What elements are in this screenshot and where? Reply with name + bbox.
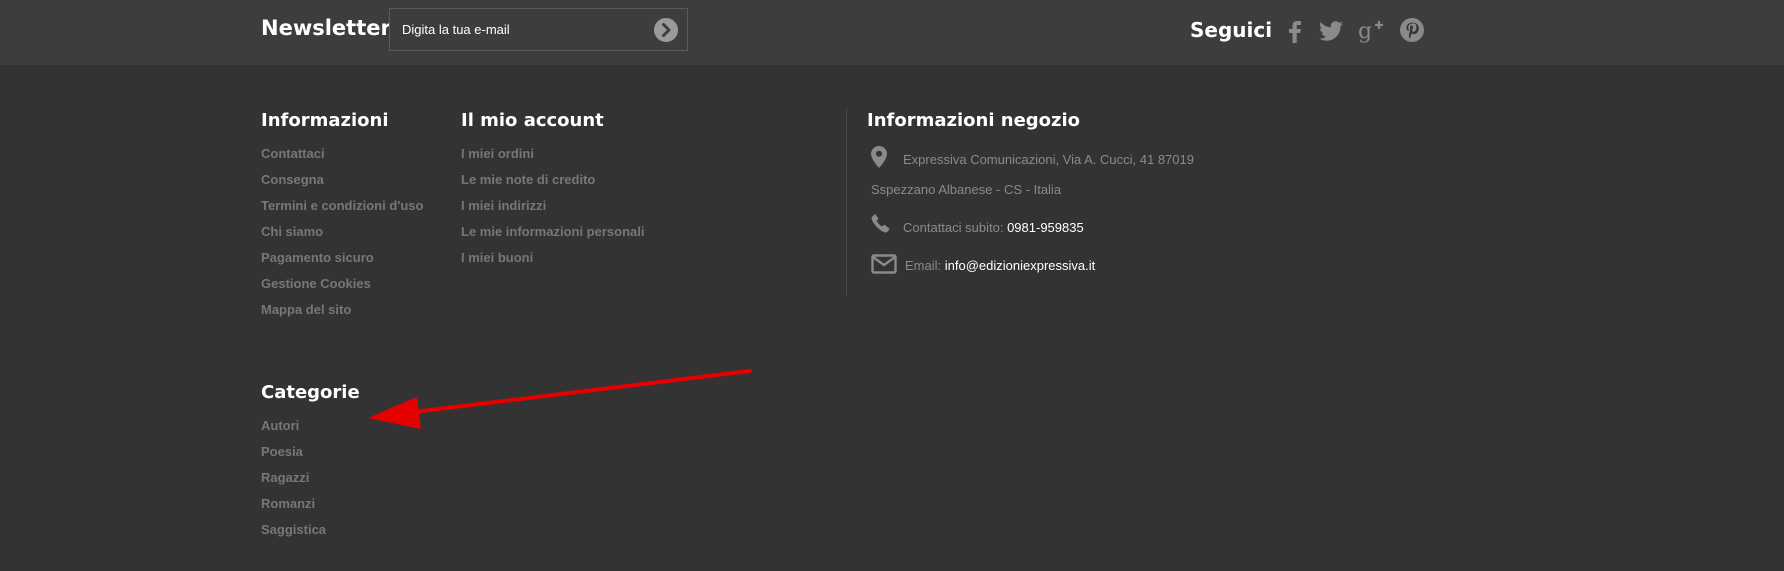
- map-marker-icon: [871, 146, 887, 168]
- list-item: Romanzi: [261, 494, 326, 520]
- list-item: Ragazzi: [261, 468, 326, 494]
- phone-row: Contattaci subito: 0981-959835: [903, 220, 1084, 235]
- list-item: I miei indirizzi: [461, 196, 644, 222]
- phone-label: Contattaci subito:: [903, 220, 1004, 235]
- list-item: Pagamento sicuro: [261, 248, 423, 274]
- chevron-right-circle-icon[interactable]: [654, 18, 678, 42]
- twitter-icon[interactable]: [1317, 16, 1345, 44]
- informazioni-title: Informazioni: [261, 110, 389, 131]
- social-title: Seguici: [1190, 18, 1273, 42]
- link-miei-buoni[interactable]: I miei buoni: [461, 250, 533, 265]
- link-contattaci[interactable]: Contattaci: [261, 146, 325, 161]
- list-item: Contattaci: [261, 144, 423, 170]
- link-note-credito[interactable]: Le mie note di credito: [461, 172, 595, 187]
- phone-number[interactable]: 0981-959835: [1007, 220, 1084, 235]
- address-line-2: Sspezzano Albanese - CS - Italia: [871, 182, 1062, 197]
- categorie-title: Categorie: [261, 382, 360, 403]
- google-plus-icon[interactable]: g: [1358, 16, 1386, 44]
- link-miei-ordini[interactable]: I miei ordini: [461, 146, 534, 161]
- envelope-icon: [871, 254, 897, 274]
- link-autori[interactable]: Autori: [261, 418, 299, 433]
- link-ragazzi[interactable]: Ragazzi: [261, 470, 309, 485]
- informazioni-list: Contattaci Consegna Termini e condizioni…: [261, 144, 423, 326]
- link-gestione-cookies[interactable]: Gestione Cookies: [261, 276, 371, 291]
- list-item: I miei ordini: [461, 144, 644, 170]
- link-info-personali[interactable]: Le mie informazioni personali: [461, 224, 644, 239]
- list-item: Saggistica: [261, 520, 326, 546]
- list-item: Mappa del sito: [261, 300, 423, 326]
- link-pagamento-sicuro[interactable]: Pagamento sicuro: [261, 250, 374, 265]
- list-item: Chi siamo: [261, 222, 423, 248]
- newsletter-bar: Newsletter Seguici g: [0, 0, 1784, 65]
- newsletter-form: [389, 8, 688, 51]
- link-chi-siamo[interactable]: Chi siamo: [261, 224, 323, 239]
- list-item: Gestione Cookies: [261, 274, 423, 300]
- link-consegna[interactable]: Consegna: [261, 172, 324, 187]
- list-item: Poesia: [261, 442, 326, 468]
- link-poesia[interactable]: Poesia: [261, 444, 303, 459]
- phone-icon: [871, 214, 890, 233]
- link-romanzi[interactable]: Romanzi: [261, 496, 315, 511]
- svg-text:g: g: [1358, 19, 1372, 44]
- list-item: Le mie note di credito: [461, 170, 644, 196]
- list-item: Consegna: [261, 170, 423, 196]
- link-mappa-sito[interactable]: Mappa del sito: [261, 302, 351, 317]
- email-row: Email: info@edizioniexpressiva.it: [905, 258, 1095, 273]
- link-saggistica[interactable]: Saggistica: [261, 522, 326, 537]
- account-title: Il mio account: [461, 110, 604, 131]
- list-item: Autori: [261, 416, 326, 442]
- address-line-1: Expressiva Comunicazioni, Via A. Cucci, …: [903, 152, 1194, 167]
- account-list: I miei ordini Le mie note di credito I m…: [461, 144, 644, 274]
- list-item: Le mie informazioni personali: [461, 222, 644, 248]
- list-item: Termini e condizioni d'uso: [261, 196, 423, 222]
- list-item: I miei buoni: [461, 248, 644, 274]
- link-termini[interactable]: Termini e condizioni d'uso: [261, 198, 423, 213]
- newsletter-title: Newsletter: [261, 16, 391, 40]
- negozio-title: Informazioni negozio: [867, 110, 1081, 131]
- newsletter-email-input[interactable]: [402, 9, 642, 50]
- email-address[interactable]: info@edizioniexpressiva.it: [945, 258, 1096, 273]
- facebook-icon[interactable]: [1281, 16, 1309, 44]
- link-miei-indirizzi[interactable]: I miei indirizzi: [461, 198, 546, 213]
- email-label: Email:: [905, 258, 942, 273]
- categorie-list: Autori Poesia Ragazzi Romanzi Saggistica: [261, 416, 326, 546]
- pinterest-icon[interactable]: [1398, 16, 1426, 44]
- column-divider: [846, 108, 847, 296]
